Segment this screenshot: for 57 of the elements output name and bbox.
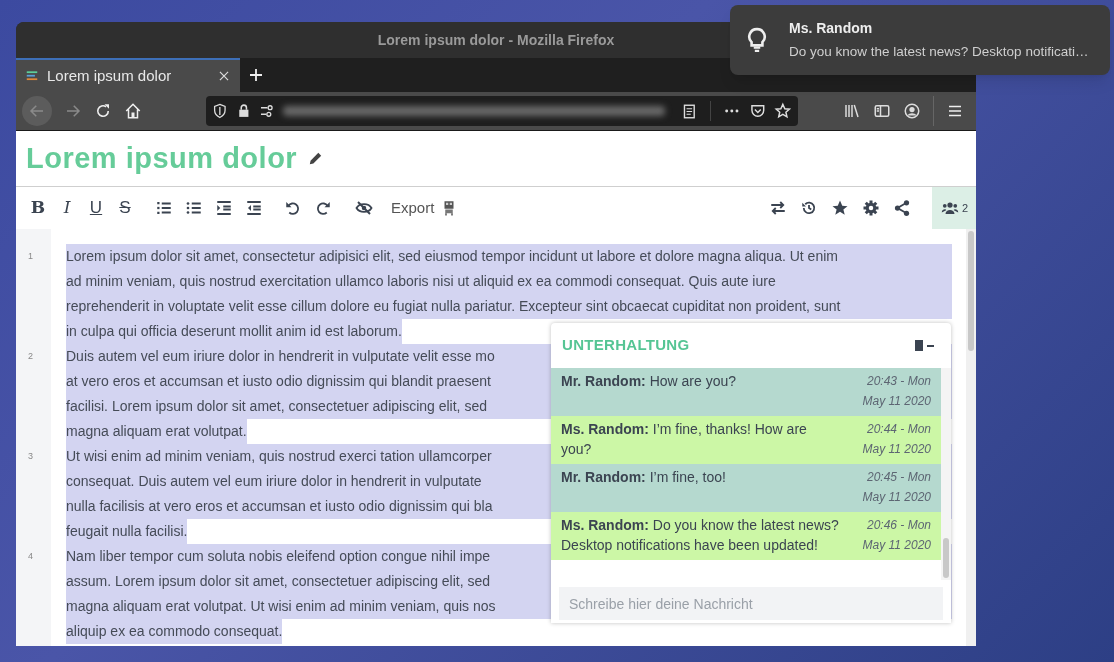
- scrollbar-thumb[interactable]: [968, 231, 974, 351]
- reload-icon[interactable]: [94, 102, 112, 120]
- indent-icon[interactable]: [215, 199, 233, 217]
- bullet-list-icon[interactable]: [185, 199, 203, 217]
- new-tab-icon[interactable]: [247, 66, 265, 84]
- library-icon[interactable]: [843, 102, 861, 120]
- notification-title: Ms. Random: [789, 18, 874, 38]
- line-number: 2: [28, 350, 33, 363]
- message-time: 20:46 - Mon: [866, 517, 931, 534]
- message-text: Mr. Random: How are you?: [561, 372, 738, 391]
- users-icon: [939, 199, 960, 217]
- message-text: Mr. Random: I’m fine, too!: [561, 468, 727, 487]
- account-icon[interactable]: [903, 102, 921, 120]
- notification-body: Do you know the latest news? Desktop notificati…: [789, 42, 1089, 61]
- star-icon[interactable]: [831, 199, 849, 217]
- undo-icon[interactable]: [284, 199, 302, 217]
- outdent-icon[interactable]: [245, 199, 263, 217]
- line-number: 1: [28, 250, 33, 263]
- strikethrough-button[interactable]: S: [116, 195, 134, 221]
- home-icon[interactable]: [124, 102, 142, 120]
- message-date: May 11 2020: [862, 441, 931, 458]
- window-title: Lorem ipsum dolor - Mozilla Firefox: [377, 30, 615, 50]
- sidebar-icon[interactable]: [873, 102, 891, 120]
- back-arrow-icon: [28, 102, 46, 120]
- swap-arrows-icon[interactable]: [769, 199, 787, 217]
- message-input[interactable]: Schreibe hier deine Nachricht: [559, 587, 943, 620]
- history-icon[interactable]: [800, 199, 818, 217]
- share-icon[interactable]: [893, 199, 911, 217]
- chat-scrollbar-thumb[interactable]: [943, 538, 949, 578]
- browser-tab[interactable]: Lorem ipsum dolor: [16, 58, 240, 92]
- bold-button[interactable]: B: [29, 195, 47, 221]
- star-outline-icon[interactable]: [774, 102, 792, 120]
- line-number: 4: [28, 550, 33, 563]
- forward-arrow-icon[interactable]: [64, 102, 82, 120]
- redo-icon[interactable]: [314, 199, 332, 217]
- italic-button[interactable]: I: [58, 195, 76, 221]
- users-button[interactable]: 2: [932, 187, 976, 229]
- tab-title: Lorem ipsum dolor: [47, 65, 173, 86]
- export-button[interactable]: Export: [391, 196, 435, 220]
- message-date: May 11 2020: [862, 393, 931, 410]
- minimize-button[interactable]: [927, 344, 934, 347]
- hidden-eye-icon[interactable]: [355, 199, 373, 217]
- user-count: 2: [961, 200, 969, 216]
- settings-icon[interactable]: [862, 199, 880, 217]
- address-bar[interactable]: [206, 96, 798, 126]
- shield-icon: [212, 103, 228, 119]
- message-time: 20:43 - Mon: [866, 373, 931, 390]
- document-title: Lorem ipsum dolor: [26, 140, 298, 176]
- underline-button[interactable]: U: [87, 195, 105, 221]
- numbered-list-icon[interactable]: [155, 199, 173, 217]
- message-time: 20:45 - Mon: [866, 469, 931, 486]
- page-icon: [25, 69, 39, 83]
- permissions-icon: [259, 103, 276, 119]
- close-icon[interactable]: [217, 69, 231, 83]
- line-number: 3: [28, 450, 33, 463]
- message-time: 20:44 - Mon: [866, 421, 931, 438]
- pocket-icon[interactable]: [748, 102, 767, 120]
